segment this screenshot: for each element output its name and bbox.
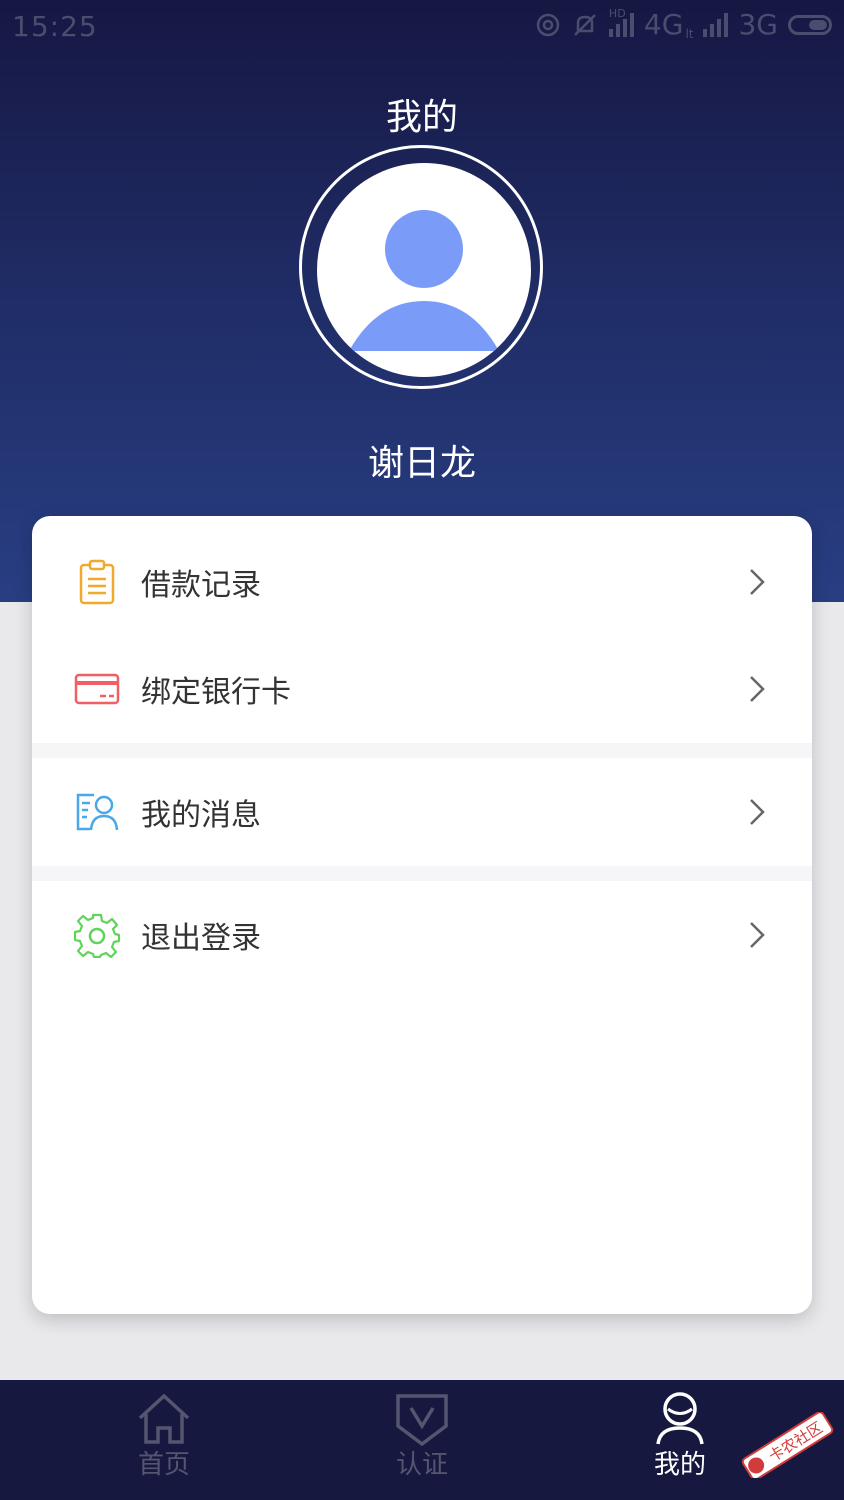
- divider: [32, 866, 812, 881]
- mute-bell-icon: [574, 13, 596, 36]
- tab-verify[interactable]: 认证: [322, 1380, 522, 1500]
- menu-item-label: 我的消息: [141, 798, 261, 833]
- chevron-right-icon: [750, 676, 765, 702]
- tab-label: 认证: [395, 1450, 448, 1480]
- network-type-1: 4G: [643, 8, 684, 41]
- clipboard-icon: [79, 559, 115, 605]
- menu-card: 借款记录 绑定银行卡 我的消息 退出登录: [32, 516, 812, 1314]
- menu-item-logout[interactable]: 退出登录: [32, 881, 812, 989]
- status-icons: HD 4G lt 3G: [535, 6, 832, 41]
- user-name: 谢日龙: [367, 443, 476, 484]
- hotspot-icon: [536, 13, 560, 36]
- avatar[interactable]: [299, 145, 543, 389]
- tab-home[interactable]: 首页: [64, 1380, 264, 1500]
- network-type-2: 3G: [738, 8, 778, 41]
- default-user-icon: [349, 210, 499, 351]
- lte-label: lt: [685, 27, 694, 41]
- bank-card-icon: [74, 673, 120, 705]
- status-time: 15:25: [12, 10, 98, 43]
- bottom-tab-bar: 首页 认证 我的: [0, 1380, 844, 1500]
- menu-item-label: 绑定银行卡: [141, 675, 291, 710]
- hd-label: HD: [608, 6, 626, 20]
- menu-item-loan-records[interactable]: 借款记录: [32, 528, 812, 636]
- status-bar: 15:25 HD 4G lt 3G: [0, 0, 844, 54]
- menu-item-label: 借款记录: [141, 568, 261, 603]
- page-title: 我的: [385, 97, 458, 138]
- menu-item-label: 退出登录: [141, 921, 261, 956]
- tab-label: 首页: [137, 1450, 190, 1480]
- menu-item-my-messages[interactable]: 我的消息: [32, 758, 812, 866]
- chevron-right-icon: [750, 569, 765, 595]
- gear-icon: [74, 913, 120, 958]
- menu-item-bind-bank-card[interactable]: 绑定银行卡: [32, 635, 812, 743]
- chevron-right-icon: [750, 799, 765, 825]
- verify-shield-icon: [396, 1394, 448, 1446]
- signal-strength-icon: [703, 12, 729, 37]
- chevron-right-icon: [750, 922, 765, 948]
- divider: [32, 743, 812, 758]
- message-contacts-icon: [76, 793, 119, 831]
- avatar-image: [317, 163, 531, 377]
- watermark-logo: 卡农社区: [741, 1412, 834, 1478]
- person-icon: [656, 1392, 704, 1445]
- home-icon: [138, 1393, 190, 1444]
- battery-icon: [788, 14, 832, 35]
